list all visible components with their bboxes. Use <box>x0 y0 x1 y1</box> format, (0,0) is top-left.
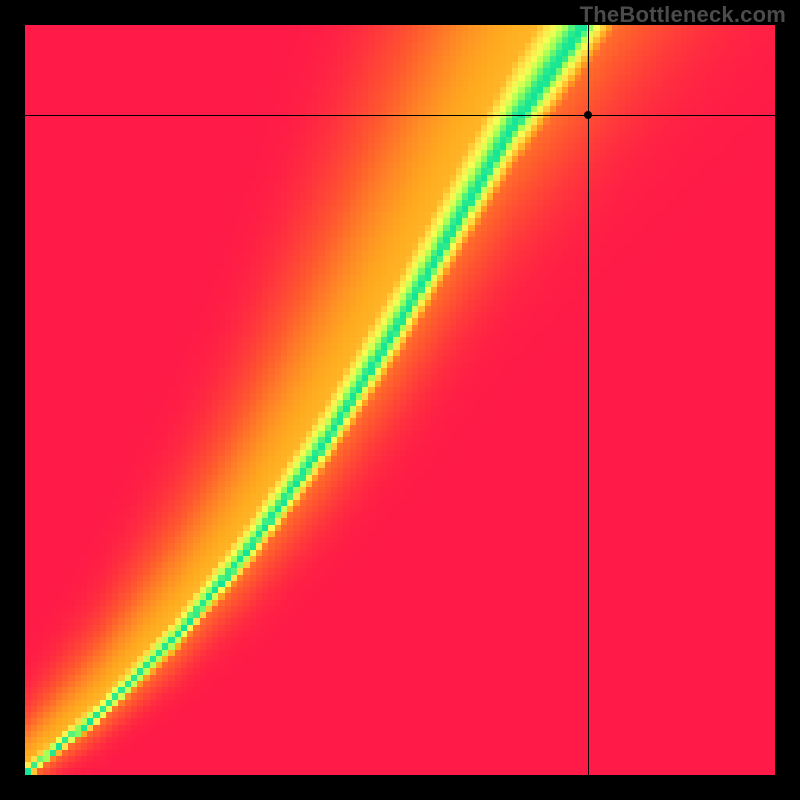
heatmap-canvas <box>25 25 775 775</box>
heatmap-plot <box>25 25 775 775</box>
crosshair-vertical <box>588 25 589 775</box>
crosshair-horizontal <box>25 115 775 116</box>
watermark-text: TheBottleneck.com <box>580 2 786 28</box>
crosshair-marker <box>584 111 592 119</box>
